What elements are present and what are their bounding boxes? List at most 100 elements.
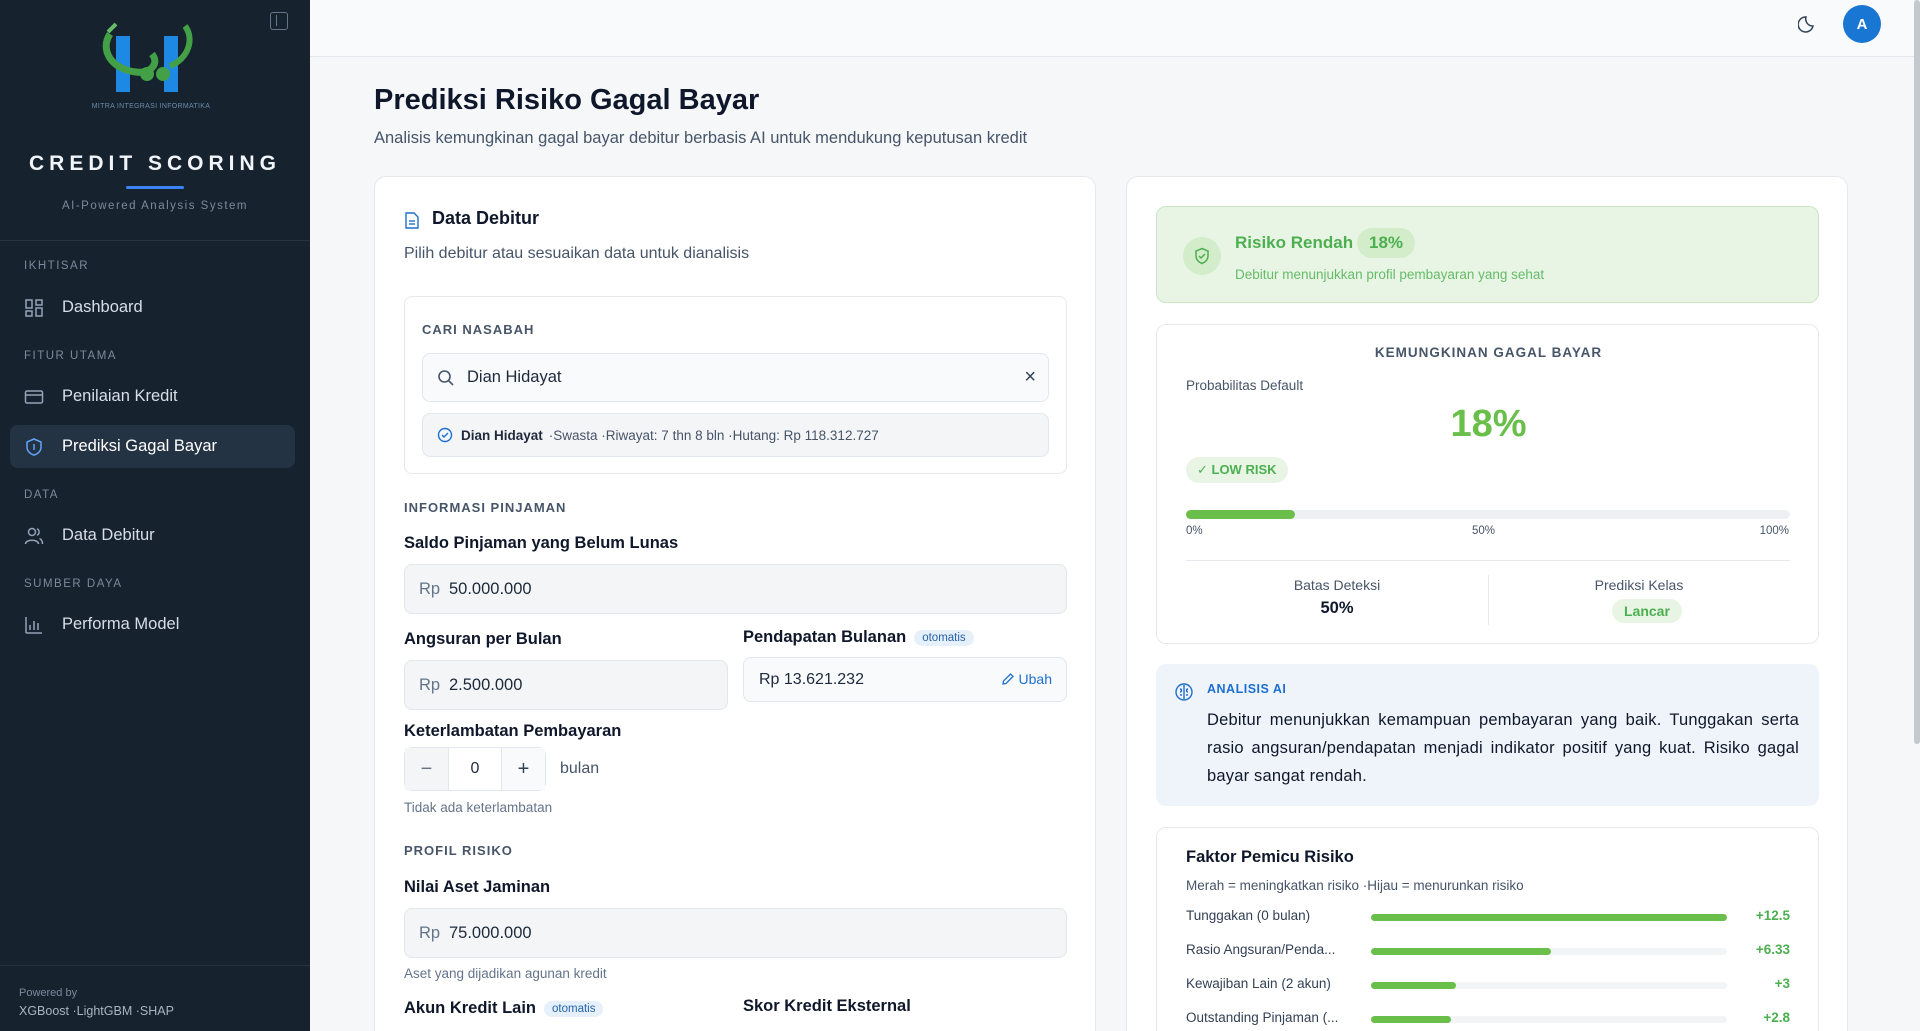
class-label: Prediksi Kelas — [1594, 577, 1684, 593]
probability-value: 18% — [1450, 403, 1527, 445]
probability-label: Probabilitas Default — [1186, 378, 1304, 393]
risk-percent-badge: 18% — [1357, 228, 1416, 258]
avatar[interactable]: A — [1843, 5, 1881, 43]
form-title: Data Debitur — [404, 208, 539, 229]
section-sumber-daya: SUMBER DAYA — [24, 578, 123, 590]
customer-search-input[interactable]: Dian Hidayat × — [422, 353, 1049, 402]
factor-bar — [1371, 1016, 1727, 1023]
keterlambatan-label: Keterlambatan Pembayaran — [404, 722, 622, 740]
grid-icon — [25, 298, 43, 317]
ai-analysis-text: Debitur menunjukkan kemampuan pembayaran… — [1207, 711, 1799, 785]
angsuran-value: 2.500.000 — [449, 676, 523, 694]
factor-row: Rasio Angsuran/Penda... +6.33 — [1186, 942, 1790, 962]
factor-bar-fill — [1371, 914, 1727, 921]
auto-badge: otomatis — [544, 1000, 604, 1017]
logo-caption: MITRA INTEGRASI INFORMATIKA — [91, 103, 211, 110]
keterlambatan-value[interactable]: 0 — [448, 748, 502, 790]
factor-row: Kewajiban Lain (2 akun) +3 — [1186, 976, 1790, 996]
tick-50: 50% — [1472, 525, 1496, 537]
threshold-value: 50% — [1320, 599, 1354, 617]
factor-row: Outstanding Pinjaman (... +2.8 — [1186, 1010, 1790, 1030]
factor-bar — [1371, 982, 1727, 989]
sidebar-item-prediksi-gagal-bayar[interactable]: Prediksi Gagal Bayar — [10, 425, 295, 468]
shield-icon — [26, 437, 42, 456]
aset-input[interactable]: Rp 75.000.000 — [404, 908, 1067, 958]
risk-section-label: PROFIL RISIKO — [404, 843, 513, 858]
factor-name: Outstanding Pinjaman (... — [1186, 1010, 1339, 1025]
pendapatan-value: Rp 13.621.232 — [759, 671, 864, 688]
probability-card: KEMUNGKINAN GAGAL BAYAR Probabilitas Def… — [1156, 324, 1819, 644]
risk-level: Risiko Rendah — [1235, 233, 1354, 252]
brand-underline — [126, 186, 184, 189]
risk-factors-title: Faktor Pemicu Risiko — [1186, 848, 1354, 866]
form-subtitle: Pilih debitur atau sesuaikan data untuk … — [404, 245, 750, 262]
factor-value: +12.5 — [1755, 908, 1790, 923]
edit-button[interactable]: Ubah — [1001, 671, 1052, 687]
selected-customer[interactable]: Dian Hidayat ·Swasta ·Riwayat: 7 thn 8 b… — [422, 413, 1049, 457]
sidebar: MITRA INTEGRASI INFORMATIKA CREDIT SCORI… — [0, 0, 310, 1031]
sidebar-item-label: Penilaian Kredit — [62, 387, 178, 405]
section-fitur-utama: FITUR UTAMA — [24, 350, 117, 362]
factor-bar — [1371, 914, 1727, 921]
edit-button-label: Ubah — [1018, 671, 1052, 687]
page-scrollbar[interactable] — [1914, 0, 1920, 744]
decrement-button[interactable]: − — [405, 748, 448, 790]
auto-badge: otomatis — [914, 629, 974, 646]
pencil-icon — [1001, 673, 1014, 685]
sidebar-item-penilaian-kredit[interactable]: Penilaian Kredit — [10, 375, 295, 418]
powered-by-label: Powered by — [19, 987, 78, 999]
search-icon — [438, 370, 454, 386]
sidebar-item-dashboard[interactable]: Dashboard — [10, 286, 295, 329]
factor-name: Kewajiban Lain (2 akun) — [1186, 976, 1331, 991]
pendapatan-label: Pendapatan Bulanan otomatis — [743, 628, 974, 647]
close-icon[interactable]: × — [1024, 366, 1036, 389]
powered-by-stack: XGBoost ·LightGBM ·SHAP — [19, 1004, 174, 1018]
ai-analysis-card: ANALISIS AI Debitur menunjukkan kemampua… — [1156, 664, 1819, 806]
brand-name: CREDIT SCORING — [28, 152, 281, 175]
aset-label: Nilai Aset Jaminan — [404, 878, 551, 896]
page-subtitle: Analisis kemungkinan gagal bayar debitur… — [374, 129, 1028, 147]
factor-bar-fill — [1371, 948, 1552, 955]
check-circle-icon — [437, 427, 453, 443]
currency-prefix: Rp — [419, 924, 441, 942]
angsuran-label: Angsuran per Bulan — [404, 630, 562, 648]
sidebar-item-data-debitur[interactable]: Data Debitur — [10, 514, 295, 557]
pendapatan-input: Rp 13.621.232 Ubah — [743, 657, 1067, 702]
angsuran-input[interactable]: Rp 2.500.000 — [404, 660, 728, 710]
sidebar-collapse-icon[interactable] — [270, 12, 288, 30]
sidebar-footer-divider — [0, 965, 310, 966]
factor-value: +2.8 — [1763, 1010, 1790, 1025]
sidebar-item-performa-model[interactable]: Performa Model — [10, 603, 295, 646]
ai-analysis-label: ANALISIS AI — [1207, 682, 1287, 696]
factor-name: Rasio Angsuran/Penda... — [1186, 942, 1336, 957]
saldo-value: 50.000.000 — [449, 580, 532, 598]
sidebar-item-label: Performa Model — [62, 615, 180, 633]
increment-button[interactable]: + — [502, 748, 545, 790]
page-title: Prediksi Risiko Gagal Bayar — [374, 84, 760, 116]
probability-heading: KEMUNGKINAN GAGAL BAYAR — [1374, 345, 1603, 360]
selected-customer-name: Dian Hidayat — [461, 427, 543, 443]
threshold-label: Batas Deteksi — [1293, 577, 1381, 593]
risk-banner: Risiko Rendah 18% Debitur menunjukkan pr… — [1156, 206, 1819, 303]
akun-kredit-label-text: Akun Kredit Lain — [404, 999, 537, 1017]
brand-tagline: AI-Powered Analysis System — [61, 200, 248, 212]
sidebar-item-label: Dashboard — [62, 298, 143, 316]
factor-bar-fill — [1371, 1016, 1451, 1023]
factor-value: +6.33 — [1755, 942, 1790, 957]
saldo-label: Saldo Pinjaman yang Belum Lunas — [404, 534, 679, 552]
keterlambatan-hint: Tidak ada keterlambatan — [404, 800, 553, 815]
akun-kredit-label: Akun Kredit Lain otomatis — [404, 999, 604, 1018]
shield-check-icon — [1183, 237, 1221, 275]
class-badge: Lancar — [1612, 599, 1682, 623]
sidebar-item-label: Data Debitur — [62, 526, 155, 544]
form-title-text: Data Debitur — [432, 208, 540, 228]
selected-customer-details: ·Swasta ·Riwayat: 7 thn 8 bln ·Hutang: R… — [548, 427, 879, 443]
aset-hint: Aset yang dijadikan agunan kredit — [404, 966, 607, 981]
saldo-input[interactable]: Rp 50.000.000 — [404, 564, 1067, 614]
brain-icon — [1175, 683, 1193, 701]
keterlambatan-unit: bulan — [560, 760, 600, 777]
factor-value: +3 — [1774, 976, 1790, 991]
factor-bar — [1371, 948, 1727, 955]
moon-icon[interactable] — [1798, 12, 1820, 34]
probability-bar — [1186, 510, 1790, 519]
